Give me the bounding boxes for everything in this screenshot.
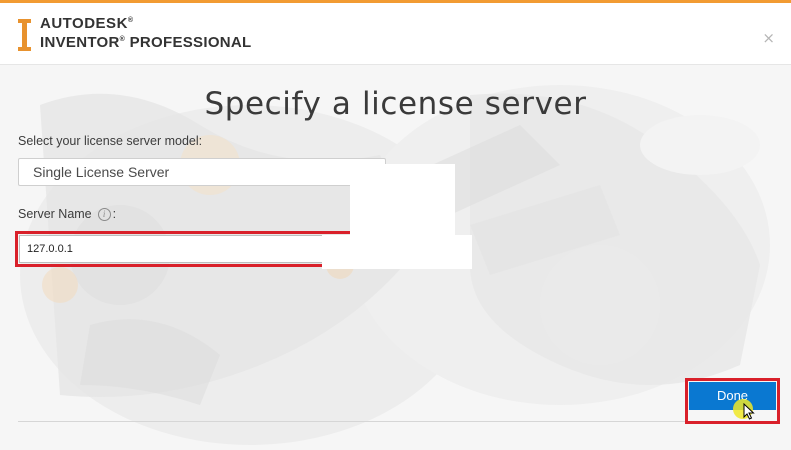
server-name-label: Server Name i :: [18, 207, 117, 221]
brand-product: INVENTOR® PROFESSIONAL: [40, 34, 252, 51]
license-model-label: Select your license server model:: [18, 134, 203, 148]
mouse-pointer-icon: [743, 403, 755, 420]
close-icon[interactable]: ×: [762, 29, 775, 47]
dialog-header: AUTODESK® INVENTOR® PROFESSIONAL ×: [0, 3, 791, 65]
dialog-body: Specify a license server Select your lic…: [0, 65, 791, 450]
brand-company: AUTODESK®: [40, 15, 134, 32]
license-model-value: Single License Server: [33, 164, 170, 180]
page-title: Specify a license server: [204, 86, 587, 122]
product-brand: AUTODESK® INVENTOR® PROFESSIONAL: [40, 16, 252, 50]
image-artifact: [322, 235, 472, 269]
autodesk-logo-icon: [18, 19, 31, 51]
license-model-select[interactable]: Single License Server: [18, 158, 386, 186]
info-icon[interactable]: i: [97, 207, 111, 221]
footer-divider: [18, 421, 685, 422]
